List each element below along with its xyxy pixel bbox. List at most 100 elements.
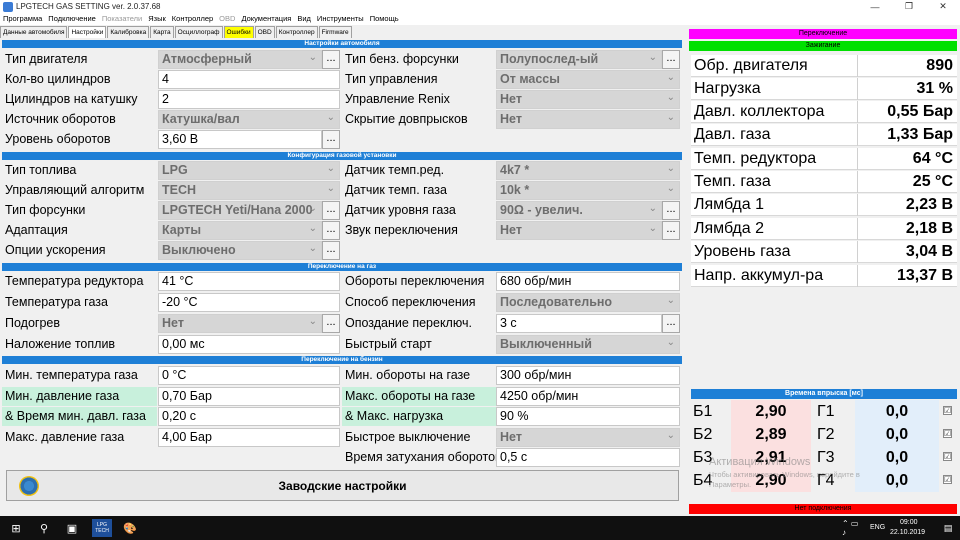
tab-obd[interactable]: OBD [254, 26, 275, 38]
cyl-per-coil-input[interactable]: 2 [158, 90, 340, 109]
rpm-level-input[interactable]: 3,60 В [158, 130, 322, 149]
fast-off-select[interactable]: Нет [496, 428, 680, 447]
section-switch-to-gas: Переключение на газ [2, 263, 682, 271]
label-injector-type: Тип форсунки [5, 203, 86, 217]
tab-car-data[interactable]: Данные автомобиля [0, 26, 68, 38]
menu-controller[interactable]: Контроллер [169, 13, 216, 25]
menu-indicators[interactable]: Показатели [99, 13, 145, 25]
petrol-inj-label: Б2 [693, 426, 713, 443]
param-row: Лямбда 1 2,23 В [691, 194, 957, 216]
switch-sound-more-button[interactable]: ... [662, 221, 680, 240]
accel-options-more-button[interactable]: ... [322, 241, 340, 260]
param-label: Нагрузка [694, 80, 761, 97]
paint-icon[interactable]: 🎨 [120, 519, 140, 537]
tab-map[interactable]: Карта [150, 26, 174, 38]
menu-tools[interactable]: Инструменты [314, 13, 367, 25]
fuel-overlap-input[interactable]: 0,00 мс [158, 335, 340, 354]
injector-type-more-button[interactable]: ... [322, 201, 340, 220]
param-value: 3,04 В [905, 243, 953, 260]
reducer-temp-sensor-select[interactable]: 4k7 * [496, 161, 680, 180]
menu-obd[interactable]: OBD [216, 13, 238, 25]
heating-select[interactable]: Нет [158, 314, 322, 333]
injector-type-select[interactable]: LPGTECH Yeti/Hana 2000 [158, 201, 322, 220]
close-button[interactable]: ✕ [926, 0, 960, 13]
min-rpm-input[interactable]: 300 обр/мин [496, 366, 680, 385]
gas-level-sensor-more-button[interactable]: ... [662, 201, 680, 220]
label-min-rpm: Мин. обороты на газе [345, 368, 471, 382]
param-value: 64 °C [912, 150, 953, 167]
tab-firmware[interactable]: Firmware [318, 26, 352, 38]
menu-connection[interactable]: Подключение [45, 13, 99, 25]
heating-more-button[interactable]: ... [322, 314, 340, 333]
cylinders-input[interactable]: 4 [158, 70, 340, 89]
menu-docs[interactable]: Документация [238, 13, 294, 25]
min-gas-temp-input[interactable]: 0 °C [158, 366, 340, 385]
menu-help[interactable]: Помощь [367, 13, 402, 25]
language-indicator[interactable]: ENG [870, 524, 885, 531]
label-min-gas-pressure: Мин. давление газа [2, 387, 157, 406]
gas-temp-input[interactable]: -20 °C [158, 293, 340, 312]
menu-language[interactable]: Язык [145, 13, 169, 25]
windows-start-icon[interactable]: ⊞ [6, 519, 26, 537]
max-rpm-input[interactable]: 4250 обр/мин [496, 387, 680, 406]
fuel-type-select[interactable]: LPG [158, 161, 340, 180]
hide-extra-select[interactable]: Нет [496, 110, 680, 129]
min-gas-pressure-input[interactable]: 0,70 Бар [158, 387, 340, 406]
search-icon[interactable]: ⚲ [34, 519, 54, 537]
label-adaptation: Адаптация [5, 223, 68, 237]
switch-sound-select[interactable]: Нет [496, 221, 662, 240]
clock-time[interactable]: 09:00 [900, 519, 918, 526]
factory-settings-button[interactable]: Заводские настройки [6, 470, 679, 501]
tab-errors[interactable]: Ошибки [223, 26, 254, 38]
reducer-temp-input[interactable]: 41 °C [158, 272, 340, 291]
settings-panel: Настройки автомобиля Тип двигателя Атмос… [2, 38, 682, 504]
maximize-button[interactable]: ❐ [892, 0, 926, 13]
checkbox-icon[interactable]: ☑ [943, 429, 952, 438]
menu-program[interactable]: Программа [0, 13, 45, 25]
max-gas-pressure-input[interactable]: 4,00 Бар [158, 428, 340, 447]
petrol-injector-select[interactable]: Полупослед-ый [496, 50, 662, 69]
max-load-input[interactable]: 90 % [496, 407, 680, 426]
param-row: Давл. коллектора 0,55 Бар [691, 101, 957, 123]
minimize-button[interactable]: — [858, 0, 892, 13]
adaptation-select[interactable]: Карты [158, 221, 322, 240]
tray-icons[interactable]: ⌃ ▭ ♪ [842, 519, 862, 537]
min-pressure-time-input[interactable]: 0,20 с [158, 407, 340, 426]
engine-type-select[interactable]: Атмосферный [158, 50, 322, 69]
rpm-decay-input[interactable]: 0,5 с [496, 448, 680, 467]
lpgtech-taskbar-app[interactable]: LPG TECH [92, 519, 112, 537]
switch-delay-input[interactable]: 3 с [496, 314, 662, 333]
gas-level-sensor-select[interactable]: 90Ω - увелич. [496, 201, 662, 220]
tab-settings[interactable]: Настройки [68, 26, 107, 38]
petrol-inj-label: Б1 [693, 403, 713, 420]
task-view-icon[interactable]: ▣ [62, 519, 82, 537]
rpm-source-select[interactable]: Катушка/вал [158, 110, 340, 129]
tab-oscilloscope[interactable]: Осциллограф [174, 26, 223, 38]
renix-select[interactable]: Нет [496, 90, 680, 109]
adaptation-more-button[interactable]: ... [322, 221, 340, 240]
gas-temp-sensor-select[interactable]: 10k * [496, 181, 680, 200]
app-icon [3, 1, 13, 12]
label-min-gas-temp: Мин. температура газа [5, 368, 138, 382]
switch-rpm-input[interactable]: 680 обр/мин [496, 272, 680, 291]
param-label: Давл. коллектора [694, 103, 825, 120]
petrol-injector-more-button[interactable]: ... [662, 50, 680, 69]
fast-start-select[interactable]: Выключенный [496, 335, 680, 354]
algorithm-select[interactable]: TECH [158, 181, 340, 200]
checkbox-icon[interactable]: ☑ [943, 452, 952, 461]
checkbox-icon[interactable]: ☑ [943, 406, 952, 415]
menu-view[interactable]: Вид [294, 13, 314, 25]
gas-inj-label: Г1 [817, 403, 835, 420]
clock-date[interactable]: 22.10.2019 [890, 529, 925, 536]
switch-method-select[interactable]: Последовательно [496, 293, 680, 312]
tab-controller[interactable]: Контроллер [275, 26, 318, 38]
accel-options-select[interactable]: Выключено [158, 241, 322, 260]
checkbox-icon[interactable]: ☑ [943, 475, 952, 484]
notifications-icon[interactable]: ▤ [938, 519, 958, 537]
rpm-level-more-button[interactable]: ... [322, 130, 340, 149]
control-type-select[interactable]: От массы [496, 70, 680, 89]
taskbar: ⊞ ⚲ ▣ LPG TECH 🎨 ⌃ ▭ ♪ ENG 09:00 22.10.2… [0, 516, 960, 540]
tab-calibration[interactable]: Калибровка [107, 26, 150, 38]
engine-type-more-button[interactable]: ... [322, 50, 340, 69]
switch-delay-more-button[interactable]: ... [662, 314, 680, 333]
